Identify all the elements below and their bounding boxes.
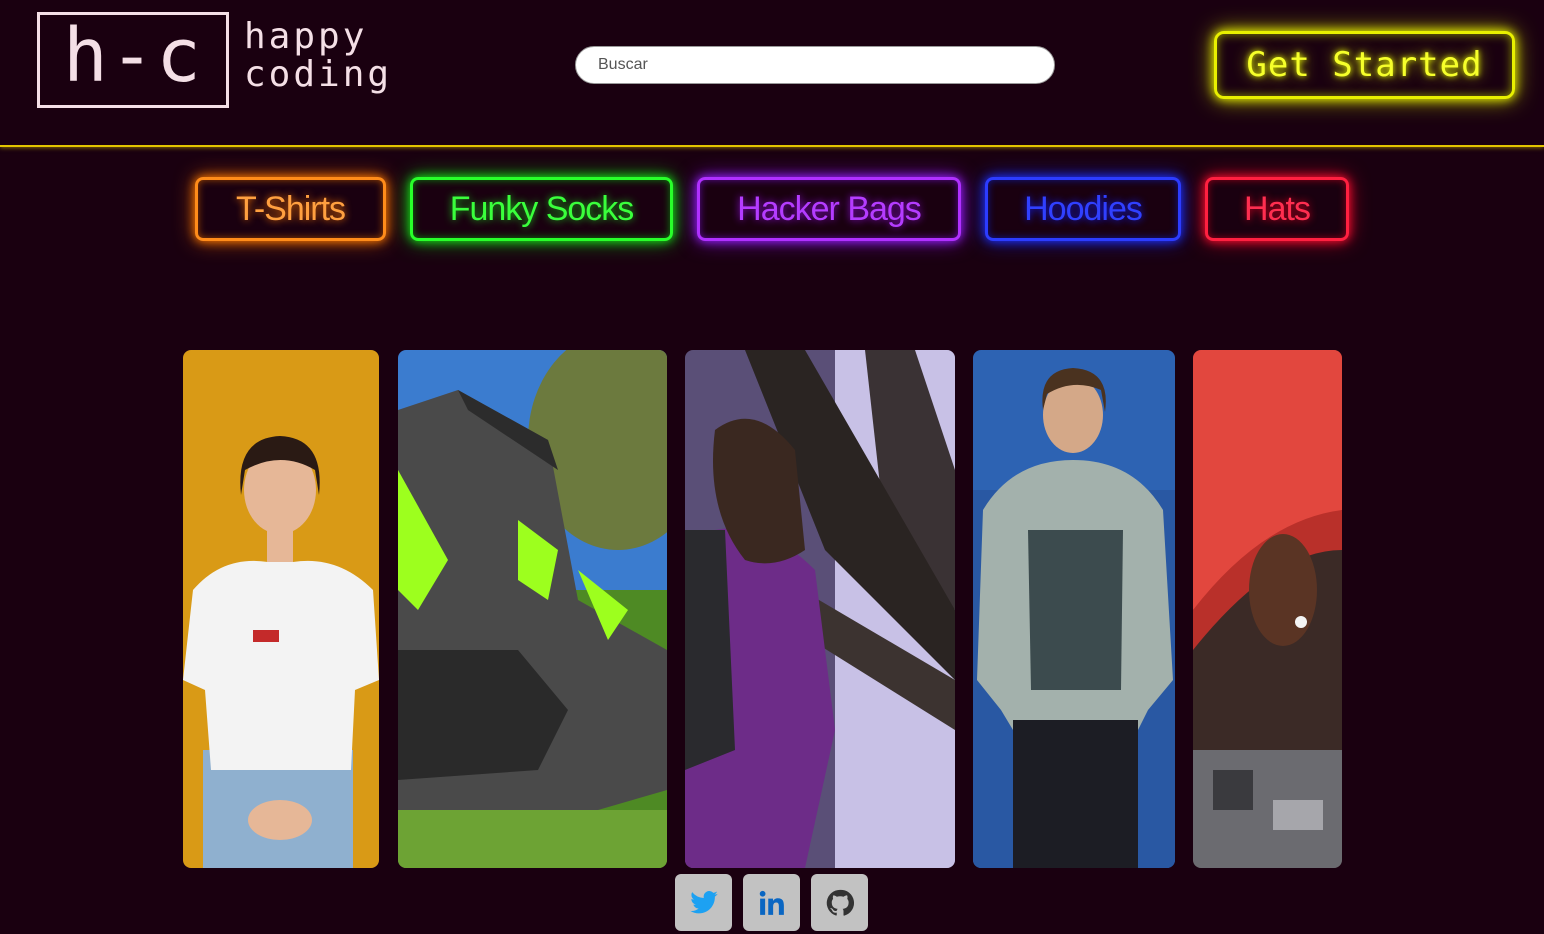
category-hoodies[interactable]: Hoodies: [985, 177, 1181, 241]
bag-photo[interactable]: [685, 350, 955, 868]
hoodie-photo[interactable]: [973, 350, 1175, 868]
socks-photo[interactable]: [398, 350, 667, 868]
linkedin-icon: [759, 890, 784, 915]
linkedin-button[interactable]: [743, 874, 800, 931]
logo-line-1: happy: [244, 16, 368, 57]
logo-mark: h-c: [63, 13, 203, 99]
github-icon: [826, 889, 854, 916]
tshirt-photo[interactable]: [183, 350, 379, 868]
twitter-button[interactable]: [675, 874, 732, 931]
logo-line-2: coding: [244, 54, 393, 95]
hat-photo[interactable]: [1193, 350, 1342, 868]
category-tshirts[interactable]: T-Shirts: [195, 177, 386, 241]
logo-wordmark[interactable]: happy coding: [244, 18, 392, 94]
twitter-icon: [689, 890, 718, 913]
category-hacker-bags[interactable]: Hacker Bags: [697, 177, 961, 241]
get-started-button[interactable]: Get Started: [1214, 31, 1515, 99]
github-button[interactable]: [811, 874, 868, 931]
site-header: h-c happy coding Get Started: [0, 0, 1544, 147]
category-funky-socks[interactable]: Funky Socks: [410, 177, 673, 241]
search-input[interactable]: [575, 46, 1055, 84]
category-hats[interactable]: Hats: [1205, 177, 1349, 241]
logo[interactable]: h-c: [37, 12, 229, 108]
